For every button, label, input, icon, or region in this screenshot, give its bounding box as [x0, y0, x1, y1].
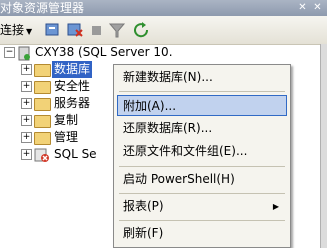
expand-icon[interactable]: + [21, 132, 32, 143]
menu-item-new-database[interactable]: 新建数据库(N)... [117, 67, 287, 88]
context-menu: 新建数据库(N)... 附加(A)... 还原数据库(R)... 还原文件和文件… [113, 64, 291, 248]
menu-item-restore-database[interactable]: 还原数据库(R)... [117, 118, 287, 139]
tree-row-server-objects[interactable]: + 服务器 [0, 95, 110, 112]
menu-item-label: 还原数据库(R)... [123, 121, 213, 135]
refresh-icon[interactable] [132, 21, 152, 39]
sql-agent-icon [34, 148, 49, 162]
tree-row-management[interactable]: + 管理 [0, 129, 110, 146]
folder-icon [34, 64, 51, 77]
menu-item-label: 报表(P) [123, 199, 164, 213]
folder-icon [34, 132, 51, 145]
connect-object-explorer-icon[interactable] [44, 21, 62, 39]
menu-separator [119, 220, 285, 221]
folder-icon [34, 98, 51, 111]
tree-row-sql-agent[interactable]: + SQL Se [0, 146, 110, 163]
tree-label-management: 管理 [54, 130, 79, 144]
menu-item-label: 还原文件和文件组(E)... [123, 144, 248, 158]
expand-icon[interactable]: + [21, 81, 32, 92]
menu-item-label: 附加(A)... [123, 99, 177, 113]
folder-icon [34, 115, 51, 128]
tree-row-databases[interactable]: + 数据库 [0, 61, 110, 78]
panel-title: 对象资源管理器 [0, 1, 85, 15]
tree-label-server-objects: 服务器 [54, 96, 91, 110]
collapse-icon[interactable]: − [4, 47, 15, 58]
folder-icon [34, 81, 51, 94]
panel-title-bar: 对象资源管理器 ✕ ✕ [0, 0, 327, 16]
connect-label: 连接 [0, 23, 25, 37]
server-icon [18, 46, 30, 61]
stop-icon[interactable] [88, 21, 106, 39]
menu-separator [119, 193, 285, 194]
menu-separator [119, 91, 285, 92]
menu-item-start-powershell[interactable]: 启动 PowerShell(H) [117, 169, 287, 190]
tree-row-security[interactable]: + 安全性 [0, 78, 110, 95]
chevron-down-icon: ▼ [26, 27, 33, 36]
expand-icon[interactable]: + [21, 115, 32, 126]
tree-label-sql-agent: SQL Se [54, 147, 97, 161]
expand-icon[interactable]: + [21, 64, 32, 75]
pin-icon[interactable]: ✕ [296, 1, 309, 14]
vertical-scrollbar[interactable] [320, 44, 327, 248]
tree-label-databases: 数据库 [52, 61, 93, 78]
close-icon[interactable]: ✕ [311, 1, 324, 14]
filter-icon[interactable] [108, 21, 126, 39]
disconnect-icon[interactable] [66, 21, 84, 39]
expand-icon[interactable]: + [21, 149, 32, 160]
submenu-arrow-icon: ▶ [272, 202, 279, 211]
menu-item-restore-files[interactable]: 还原文件和文件组(E)... [117, 141, 287, 162]
menu-item-label: 启动 PowerShell(H) [123, 172, 235, 186]
menu-separator [119, 166, 285, 167]
tree-label-security: 安全性 [54, 79, 91, 93]
menu-item-reports[interactable]: 报表(P) ▶ [117, 196, 287, 217]
toolbar: 连接 ▼ [0, 16, 327, 45]
connect-button[interactable]: 连接 ▼ [0, 21, 32, 39]
tree-label-replication: 复制 [54, 113, 79, 127]
menu-item-label: 刷新(F) [123, 226, 164, 240]
menu-item-attach[interactable]: 附加(A)... [117, 95, 287, 116]
tree-label-server: CXY38 (SQL Server 10. [35, 45, 173, 59]
menu-item-refresh[interactable]: 刷新(F) [117, 223, 287, 244]
tree-row-replication[interactable]: + 复制 [0, 112, 110, 129]
menu-item-label: 新建数据库(N)... [123, 70, 213, 84]
expand-icon[interactable]: + [21, 98, 32, 109]
